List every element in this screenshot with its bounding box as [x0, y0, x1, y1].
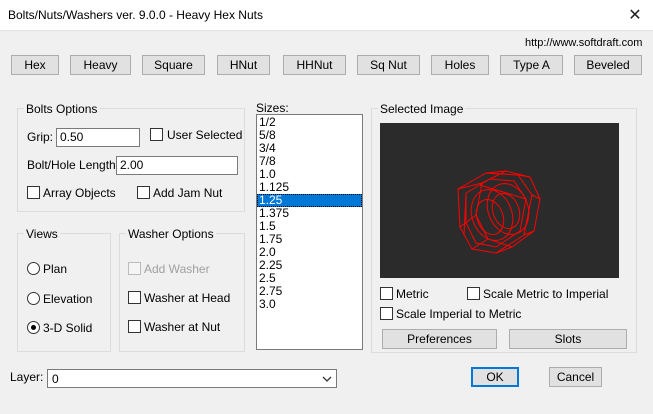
elevation-label: Elevation [43, 292, 93, 306]
3d-solid-radio[interactable] [27, 321, 40, 334]
preferences-button[interactable]: Preferences [382, 329, 497, 349]
ok-button[interactable]: OK [471, 367, 519, 387]
user-selected-label: User Selected [167, 128, 243, 142]
metric-label: Metric [396, 287, 429, 301]
user-selected-checkbox[interactable] [150, 128, 163, 141]
selected-image-title: Selected Image [378, 102, 466, 116]
square-button[interactable]: Square [142, 55, 205, 75]
bolt-length-label: Bolt/Hole Length: [27, 158, 120, 172]
3d-solid-label: 3-D Solid [43, 321, 93, 335]
website-url: http://www.softdraft.com [525, 37, 643, 49]
metric-checkbox[interactable] [380, 287, 393, 300]
add-washer-checkbox[interactable] [128, 262, 141, 275]
grip-input[interactable]: 0.50 [56, 128, 140, 147]
type-a-button[interactable]: Type A [500, 55, 563, 75]
close-icon: ✕ [628, 7, 642, 24]
scale-metric-to-imperial-label: Scale Metric to Imperial [483, 287, 609, 301]
scale-metric-to-imperial-checkbox[interactable] [467, 287, 480, 300]
window-title: Bolts/Nuts/Washers ver. 9.0.0 - Heavy He… [8, 8, 263, 22]
layer-value: 0 [52, 372, 59, 386]
array-objects-label: Array Objects [43, 186, 116, 200]
heavy-button[interactable]: Heavy [70, 55, 131, 75]
cancel-button[interactable]: Cancel [549, 367, 602, 387]
beveled-button[interactable]: Beveled [574, 55, 642, 75]
washer-at-head-label: Washer at Head [144, 291, 231, 305]
scale-imperial-to-metric-label: Scale Imperial to Metric [396, 307, 522, 321]
plan-radio[interactable] [27, 262, 40, 275]
washer-at-nut-checkbox[interactable] [128, 320, 141, 333]
heavy-hex-nut-wireframe [457, 170, 541, 254]
add-jam-nut-checkbox[interactable] [137, 186, 150, 199]
preview-image [380, 123, 619, 278]
array-objects-checkbox[interactable] [27, 186, 40, 199]
title-bar: Bolts/Nuts/Washers ver. 9.0.0 - Heavy He… [0, 0, 653, 31]
sq-nut-button[interactable]: Sq Nut [357, 55, 420, 75]
hnut-button[interactable]: HNut [217, 55, 270, 75]
scale-imperial-to-metric-checkbox[interactable] [380, 307, 393, 320]
elevation-radio[interactable] [27, 292, 40, 305]
washer-at-head-checkbox[interactable] [128, 291, 141, 304]
layer-dropdown[interactable]: 0 [47, 369, 337, 388]
grip-label: Grip: [27, 130, 54, 144]
washer-at-nut-label: Washer at Nut [144, 320, 221, 334]
hex-button[interactable]: Hex [11, 55, 59, 75]
plan-label: Plan [43, 262, 68, 276]
hhnut-button[interactable]: HHNut [283, 55, 346, 75]
bolts-options-title: Bolts Options [24, 102, 100, 116]
bolt-length-input[interactable]: 2.00 [116, 156, 238, 175]
close-button[interactable]: ✕ [617, 0, 653, 30]
add-washer-label: Add Washer [144, 262, 210, 276]
views-title: Views [24, 227, 60, 241]
holes-button[interactable]: Holes [431, 55, 489, 75]
washer-options-title: Washer Options [126, 227, 216, 241]
layer-label: Layer: [10, 370, 44, 384]
chevron-down-icon [322, 376, 332, 382]
sizes-listbox[interactable]: 1/2 5/8 3/4 7/8 1.0 1.125 1.25 1.375 1.5 1.75 2.0 2… [256, 114, 363, 350]
sizes-label: Sizes: [256, 101, 289, 115]
add-jam-nut-label: Add Jam Nut [153, 186, 223, 200]
slots-button[interactable]: Slots [509, 329, 627, 349]
size-item[interactable]: 3.0 [257, 298, 362, 311]
